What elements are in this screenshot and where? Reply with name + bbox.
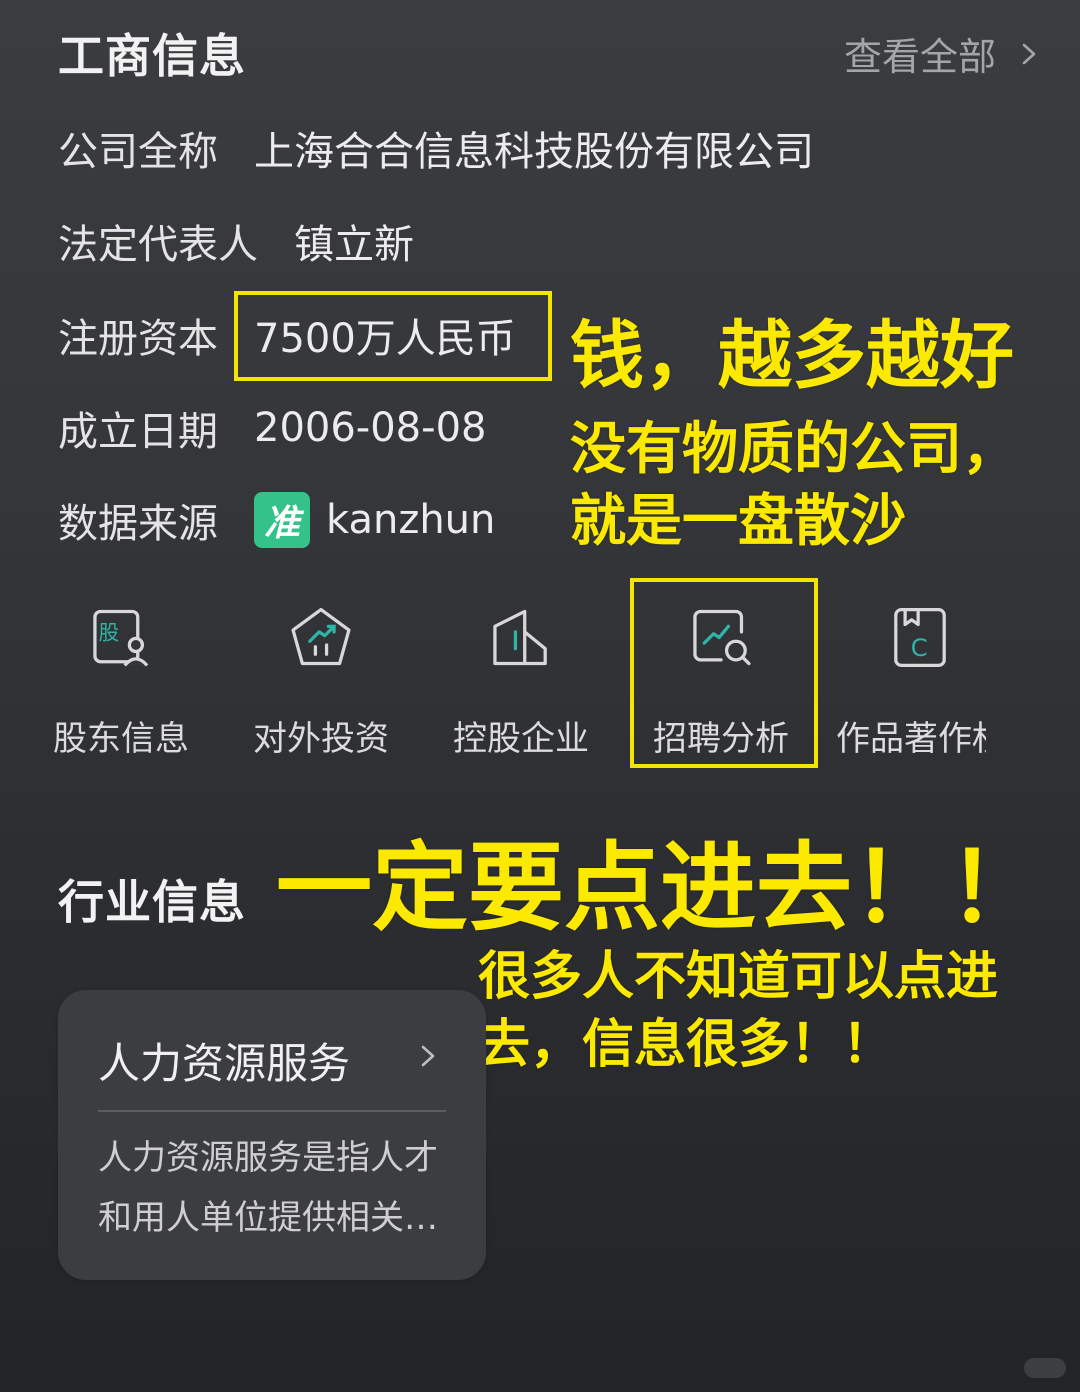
view-all-label: 查看全部 xyxy=(843,35,996,79)
industry-card-desc-line2: 和用人单位提供相关… xyxy=(98,1198,438,1238)
tool-label-copyright: 作品著作权 xyxy=(836,719,986,759)
chevron-right-icon xyxy=(1022,43,1036,64)
tool-label-shareholder: 股东信息 xyxy=(53,719,189,759)
row-founded-date: 成立日期 2006-08-08 xyxy=(58,398,486,458)
watermark-badge xyxy=(1024,1358,1066,1378)
row-company-name: 公司全称 上海合合信息科技股份有限公司 xyxy=(58,118,814,178)
tool-holding-companies[interactable]: 控股企业 xyxy=(426,600,616,760)
annotation-money: 钱，越多越好 xyxy=(570,313,1014,399)
annotation-many-line2: 去，信息很多！！ xyxy=(478,1015,895,1075)
founded-label: 成立日期 xyxy=(58,409,218,455)
industry-card-divider xyxy=(98,1110,446,1112)
annotation-many-line1: 很多人不知道可以点进 xyxy=(478,947,999,1007)
capital-label: 注册资本 xyxy=(58,316,218,362)
industry-card-description: 人力资源服务是指人才 和用人单位提供相关… xyxy=(98,1128,458,1248)
investment-icon xyxy=(291,607,351,666)
chevron-right-icon xyxy=(421,1045,435,1067)
annotation-material-line2: 就是一盘散沙 xyxy=(570,489,906,554)
copyright-icon-glyph: C xyxy=(911,634,928,662)
tool-external-investment[interactable]: 对外投资 xyxy=(226,600,416,760)
source-value: kanzhun xyxy=(326,497,496,543)
copyright-icon: C xyxy=(894,607,946,668)
capital-highlight-box xyxy=(234,291,552,381)
tool-shareholder-info[interactable]: 股 股东信息 xyxy=(26,600,216,760)
section-title-industry-info: 行业信息 xyxy=(58,875,246,929)
recruitment-highlight-box xyxy=(630,578,818,768)
tool-label-holding: 控股企业 xyxy=(453,719,589,759)
industry-card-desc-line1: 人力资源服务是指人才 xyxy=(98,1138,438,1178)
company-name-label: 公司全称 xyxy=(58,129,218,175)
shareholder-icon-glyph: 股 xyxy=(99,620,119,644)
holding-company-icon xyxy=(493,609,547,666)
tool-copyright[interactable]: C 作品著作权 xyxy=(826,600,986,760)
row-legal-representative: 法定代表人 镇立新 xyxy=(58,211,414,271)
shareholder-icon: 股 xyxy=(93,609,149,667)
view-all-link[interactable]: 查看全部 xyxy=(844,26,1040,81)
founded-value: 2006-08-08 xyxy=(254,405,487,451)
legal-rep-label: 法定代表人 xyxy=(58,222,258,268)
industry-card[interactable]: 人力资源服务 人力资源服务是指人才 和用人单位提供相关… xyxy=(58,990,486,1280)
row-data-source: 数据来源 准 kanzhun xyxy=(58,490,495,550)
kanzhun-logo-icon: 准 xyxy=(254,492,310,548)
company-name-value: 上海合合信息科技股份有限公司 xyxy=(254,129,814,175)
legal-rep-value: 镇立新 xyxy=(294,222,414,268)
source-link[interactable]: 准 kanzhun xyxy=(254,492,495,548)
industry-card-title: 人力资源服务 xyxy=(98,1039,351,1088)
annotation-click-in: 一定要点进去！！ xyxy=(276,832,1044,944)
annotation-material-line1: 没有物质的公司， xyxy=(570,417,1018,482)
tool-label-investment: 对外投资 xyxy=(253,719,389,759)
section-title-business-info: 工商信息 xyxy=(58,29,246,83)
source-label: 数据来源 xyxy=(58,501,218,547)
